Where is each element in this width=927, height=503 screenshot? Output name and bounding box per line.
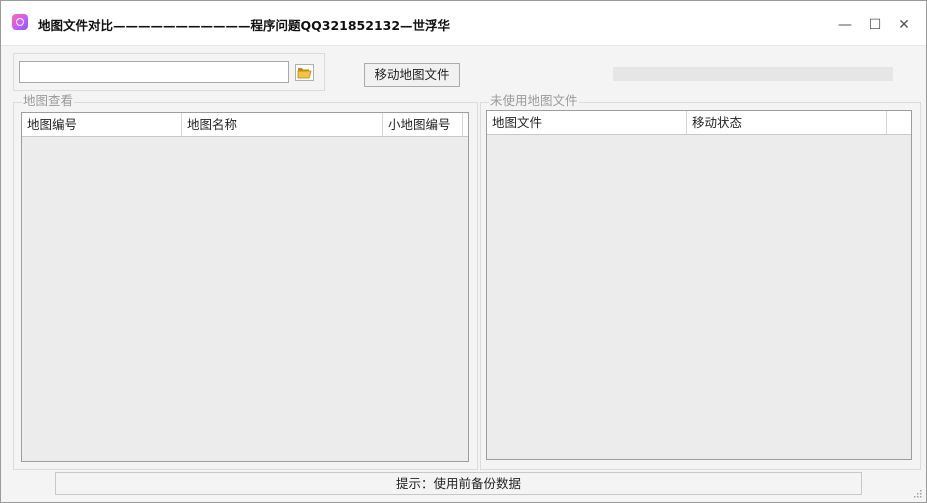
status-bar: 提示：使用前备份数据 bbox=[55, 472, 862, 495]
move-map-files-button[interactable]: 移动地图文件 bbox=[364, 63, 460, 87]
column-map-name[interactable]: 地图名称 bbox=[182, 113, 383, 136]
close-button[interactable]: ✕ bbox=[890, 13, 918, 37]
progress-bar bbox=[613, 67, 893, 81]
unused-files-group-label: 未使用地图文件 bbox=[489, 93, 579, 108]
app-icon bbox=[12, 14, 28, 30]
folder-icon bbox=[297, 68, 312, 79]
map-list-header: 地图编号 地图名称 小地图编号 bbox=[22, 113, 468, 137]
column-move-status[interactable]: 移动状态 bbox=[687, 111, 887, 134]
unused-files-list[interactable]: 地图文件 移动状态 bbox=[486, 110, 912, 460]
minimize-button[interactable]: — bbox=[831, 13, 859, 37]
unused-files-header: 地图文件 移动状态 bbox=[487, 111, 911, 135]
resize-grip-icon[interactable] bbox=[912, 488, 922, 498]
map-view-group-label: 地图查看 bbox=[22, 93, 75, 108]
column-map-id[interactable]: 地图编号 bbox=[22, 113, 182, 136]
window-title: 地图文件对比———————————程序问题QQ321852132—世浮华 bbox=[38, 18, 451, 33]
browse-folder-button[interactable] bbox=[295, 64, 314, 81]
maximize-button[interactable]: ☐ bbox=[861, 13, 889, 37]
path-input[interactable] bbox=[19, 61, 289, 83]
map-list[interactable]: 地图编号 地图名称 小地图编号 bbox=[21, 112, 469, 462]
title-bar[interactable]: 地图文件对比———————————程序问题QQ321852132—世浮华 — ☐… bbox=[1, 1, 926, 46]
main-window: 地图文件对比———————————程序问题QQ321852132—世浮华 — ☐… bbox=[0, 0, 927, 503]
column-map-file[interactable]: 地图文件 bbox=[487, 111, 687, 134]
column-minimap-id[interactable]: 小地图编号 bbox=[383, 113, 463, 136]
path-group bbox=[13, 53, 325, 91]
